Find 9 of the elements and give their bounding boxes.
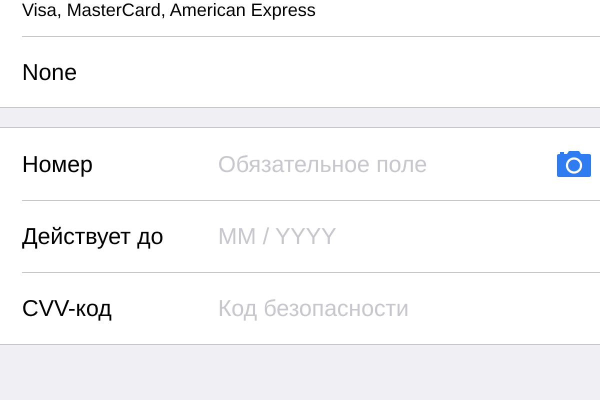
- camera-icon[interactable]: [557, 151, 591, 177]
- field-label: Номер: [22, 150, 94, 179]
- option-label[interactable]: None: [22, 54, 77, 90]
- input-field[interactable]: Обязательное поле: [218, 146, 557, 182]
- field-label: CVV-код: [22, 294, 113, 324]
- input-field[interactable]: Код безопасности: [218, 291, 591, 326]
- field-label: Действует до: [22, 222, 164, 252]
- input-field[interactable]: MM / YYYY: [218, 219, 591, 254]
- card-types-text: Visa, MasterCard, American Express: [22, 1, 316, 20]
